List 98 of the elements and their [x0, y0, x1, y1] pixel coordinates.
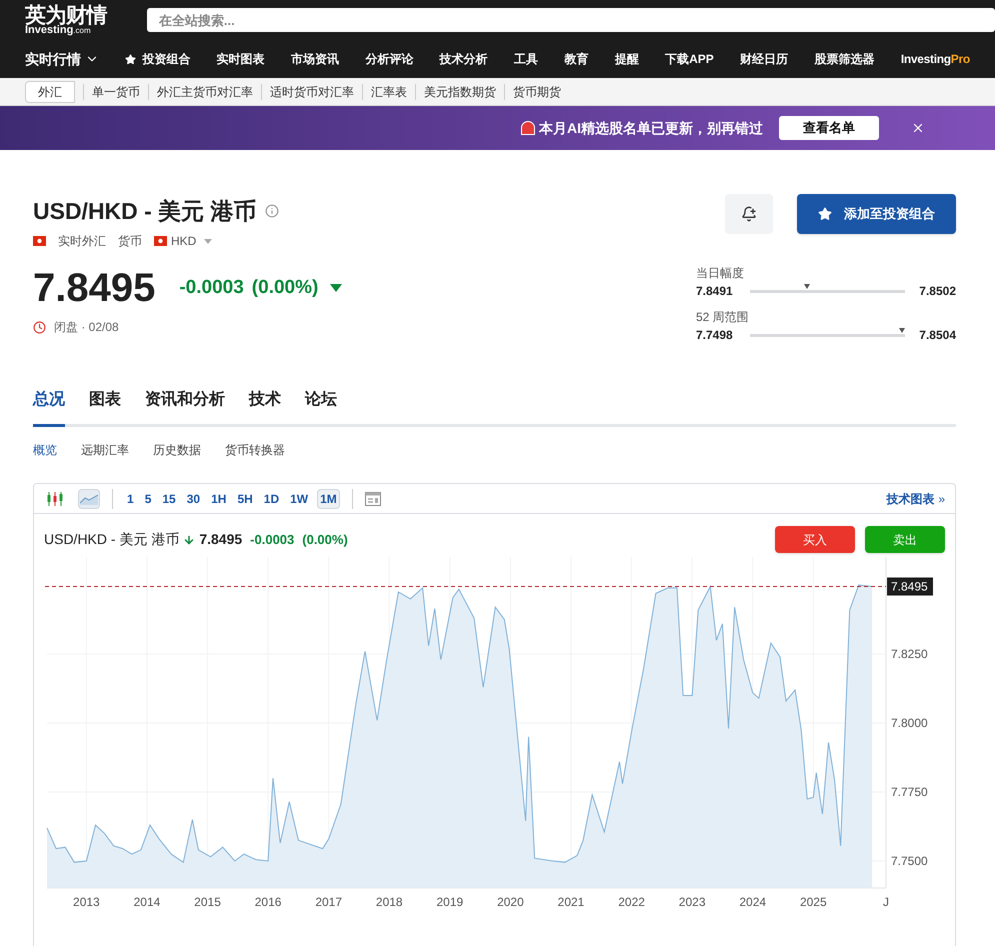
axis-label: 2018: [376, 895, 403, 909]
view-list-button[interactable]: 查看名单: [779, 116, 879, 140]
table-icon[interactable]: [364, 492, 381, 506]
price-value: 7.8495: [33, 265, 156, 312]
subnav-link[interactable]: 汇率表: [362, 84, 415, 100]
subnav-link[interactable]: 适时货币对汇率: [261, 84, 362, 100]
axis-label: 2013: [73, 895, 100, 909]
chart-price: 7.8495: [199, 530, 242, 549]
tab[interactable]: 技术: [249, 388, 281, 427]
range-high: 7.8504: [919, 327, 956, 344]
alert-button[interactable]: [725, 194, 773, 234]
range-low: 7.8491: [696, 283, 734, 300]
axis-label: 7.8250: [891, 647, 928, 662]
nav-link[interactable]: 实时图表: [216, 50, 265, 68]
nav-link[interactable]: InvestingPro: [900, 50, 970, 68]
nav-link[interactable]: 实时行情: [25, 48, 99, 70]
interval-button[interactable]: 30: [184, 488, 202, 508]
flag-icon: [154, 236, 167, 246]
axis-label: 7.8000: [891, 716, 928, 730]
star-icon: [125, 54, 136, 64]
interval-button[interactable]: 5H: [235, 488, 255, 508]
site-logo[interactable]: 英为财情 Investing.com: [25, 4, 107, 36]
axis-label: 7.7500: [891, 854, 928, 868]
tab[interactable]: 图表: [89, 388, 121, 427]
chart-change: -0.0003: [250, 530, 294, 549]
axis-label: 2014: [134, 895, 160, 909]
meta-label: 实时外汇: [58, 233, 106, 250]
nav-link[interactable]: 股票筛选器: [814, 50, 874, 68]
nav-link[interactable]: 财经日历: [740, 50, 788, 68]
nav-link[interactable]: 技术分析: [440, 50, 488, 68]
close-icon[interactable]: [911, 121, 925, 135]
nav-link[interactable]: 市场资讯: [291, 50, 340, 68]
down-arrow-icon: [183, 534, 196, 546]
subtab[interactable]: 货币转换器: [225, 441, 285, 459]
subnav-link[interactable]: 单一货币: [83, 84, 148, 100]
axis-label: 2016: [254, 895, 282, 909]
interval-button[interactable]: 1: [125, 488, 136, 508]
range-label: 52 周范围: [696, 309, 750, 326]
subtab[interactable]: 远期汇率: [81, 441, 129, 459]
tab[interactable]: 资讯和分析: [145, 388, 225, 427]
add-to-portfolio-button[interactable]: 添加至投资组合: [797, 194, 956, 234]
search-field[interactable]: 在全站搜索...: [146, 8, 995, 32]
axis-label: 2017: [315, 895, 342, 909]
axis-label: 2020: [497, 895, 524, 909]
interval-button[interactable]: 1D: [262, 488, 282, 508]
range-low: 7.7498: [696, 327, 734, 344]
subnav-link[interactable]: 货币期货: [504, 84, 569, 100]
axis-label: 2021: [558, 895, 584, 909]
axis-label: 2019: [436, 895, 464, 909]
meta-label: 货币: [118, 233, 142, 250]
nav-link[interactable]: 提醒: [614, 50, 639, 68]
technical-chart-link[interactable]: 技术图表 »: [886, 490, 945, 508]
price-change-percent: (0.00%): [252, 276, 318, 300]
axis-label: 2022: [618, 895, 645, 909]
interval-button[interactable]: 1M: [317, 488, 340, 508]
axis-label: 2024: [739, 895, 766, 909]
buy-button[interactable]: 买入: [775, 526, 855, 553]
market-status: 闭盘 · 02/08: [54, 319, 119, 336]
nav-link[interactable]: 分析评论: [365, 50, 414, 68]
subtab[interactable]: 历史数据: [153, 441, 201, 459]
area-chart-icon[interactable]: [78, 488, 100, 508]
caret-icon[interactable]: [204, 238, 212, 244]
subnav-link[interactable]: 外汇主货币对汇率: [148, 84, 261, 100]
range-label: 当日幅度: [696, 265, 745, 282]
interval-button[interactable]: 1H: [209, 488, 228, 508]
down-triangle-icon: [330, 284, 342, 292]
tab[interactable]: 总况: [33, 388, 65, 427]
price-change: -0.0003: [179, 276, 244, 300]
axis-label: 7.7750: [891, 785, 928, 799]
reference-line: 7.8495: [44, 578, 933, 596]
axis-label: 2025: [800, 895, 827, 909]
subnav-link[interactable]: 美元指数期货: [415, 84, 504, 100]
chart-change-percent: (0.00%): [302, 530, 348, 549]
nav-link[interactable]: 下载APP: [665, 50, 714, 68]
range-high: 7.8502: [919, 283, 956, 300]
tab[interactable]: 论坛: [305, 388, 337, 427]
currency-label: HKD: [171, 233, 196, 250]
nav-link[interactable]: 投资组合: [125, 50, 190, 68]
ref-line-label: 7.8495: [891, 580, 928, 594]
chart-title: USD/HKD - 美元 港币: [44, 530, 180, 549]
interval-button[interactable]: 5: [142, 488, 154, 508]
info-icon[interactable]: [264, 204, 279, 218]
promo-text: 本月AI精选股名单已更新，别再错过: [539, 118, 763, 138]
axis-label: 2015: [194, 895, 221, 909]
clock-icon: [33, 320, 46, 334]
nav-link[interactable]: 教育: [564, 50, 588, 68]
bell-plus-icon: [741, 206, 757, 222]
axis-label: 2023: [678, 895, 706, 909]
star-icon: [818, 207, 832, 221]
subnav-link[interactable]: 外汇: [25, 80, 75, 102]
interval-button[interactable]: 1W: [288, 488, 310, 508]
flag-icon: [33, 236, 46, 246]
instrument-title: USD/HKD - 美元 港币: [33, 197, 257, 226]
subtab[interactable]: 概览: [33, 441, 57, 459]
siren-icon: [521, 121, 535, 135]
axis-label: J: [883, 895, 889, 909]
interval-button[interactable]: 15: [160, 488, 178, 508]
nav-link[interactable]: 工具: [514, 50, 538, 68]
